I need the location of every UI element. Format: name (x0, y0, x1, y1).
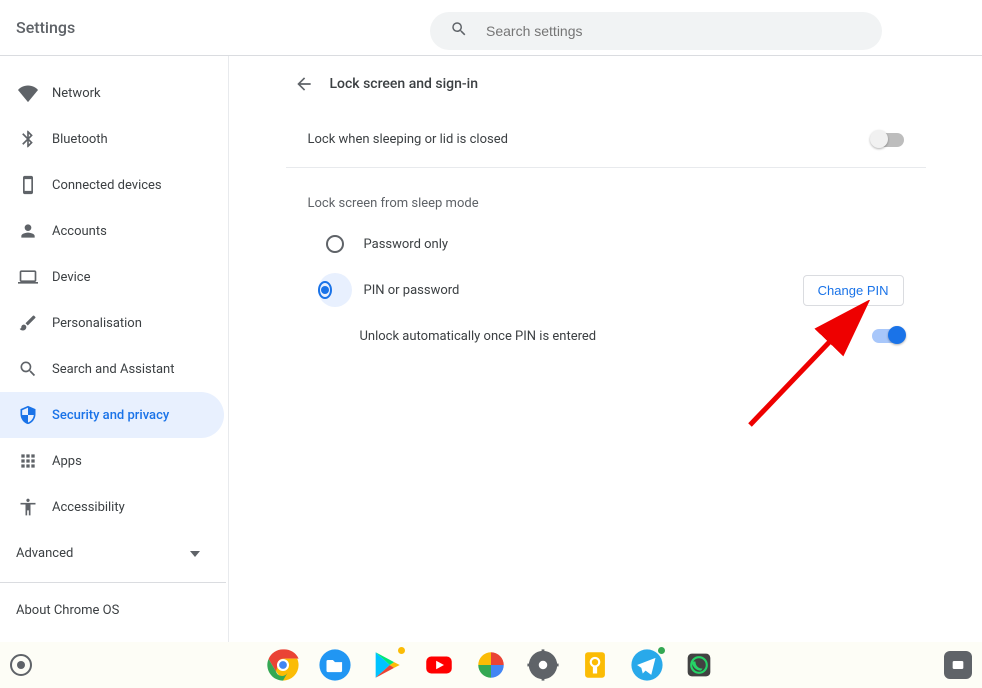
app-title: Settings (16, 18, 75, 37)
search-box[interactable] (430, 12, 882, 50)
sidebar-label: Apps (52, 454, 82, 469)
sidebar-label: Accounts (52, 224, 107, 239)
row-lock-sleeping: Lock when sleeping or lid is closed (286, 112, 926, 168)
sidebar-item-connected-devices[interactable]: Connected devices (0, 162, 224, 208)
search-icon (450, 20, 468, 42)
sidebar-item-network[interactable]: Network (0, 70, 224, 116)
sidebar-label: Network (52, 86, 101, 101)
sidebar-label: Device (52, 270, 91, 285)
divider (0, 582, 226, 583)
advanced-label: Advanced (16, 546, 73, 561)
radio-row-pin[interactable]: PIN or password Change PIN (286, 267, 926, 313)
search-input[interactable] (468, 22, 862, 40)
tray-notifications-button[interactable] (944, 651, 972, 679)
shelf-app-chrome[interactable] (266, 648, 300, 682)
sidebar-advanced[interactable]: Advanced (0, 530, 228, 576)
page-title: Lock screen and sign-in (330, 76, 479, 92)
sidebar-label: Search and Assistant (52, 362, 175, 377)
laptop-icon (18, 267, 38, 287)
notification-icon (950, 657, 966, 673)
chevron-down-icon (190, 546, 200, 561)
radio-pin-label: PIN or password (364, 283, 460, 298)
sidebar-item-search-assistant[interactable]: Search and Assistant (0, 346, 224, 392)
wifi-icon (18, 83, 38, 103)
sidebar: Network Bluetooth Connected devices Acco… (0, 56, 228, 642)
apps-icon (18, 451, 38, 471)
section-label: Lock screen from sleep mode (286, 168, 926, 221)
sidebar-label: Connected devices (52, 178, 162, 193)
brush-icon (18, 313, 38, 333)
arrow-left-icon (294, 74, 314, 94)
back-button[interactable] (286, 66, 322, 102)
radio-row-password[interactable]: Password only (286, 221, 926, 267)
sidebar-label: Personalisation (52, 316, 142, 331)
sidebar-item-personalisation[interactable]: Personalisation (0, 300, 224, 346)
shelf-app-youtube[interactable] (422, 648, 456, 682)
shelf-app-settings[interactable] (526, 648, 560, 682)
sidebar-item-apps[interactable]: Apps (0, 438, 224, 484)
sidebar-item-accessibility[interactable]: Accessibility (0, 484, 224, 530)
shelf-app-telegram[interactable] (630, 648, 664, 682)
row-auto-unlock: Unlock automatically once PIN is entered (286, 313, 926, 359)
launcher-button[interactable] (10, 654, 32, 676)
sidebar-label: Security and privacy (52, 408, 169, 423)
shelf-app-files[interactable] (318, 648, 352, 682)
sidebar-item-accounts[interactable]: Accounts (0, 208, 224, 254)
shelf (0, 642, 982, 688)
main-panel: Lock screen and sign-in Lock when sleepi… (286, 56, 926, 642)
shelf-apps (266, 648, 716, 682)
sidebar-label: Accessibility (52, 500, 125, 515)
phone-icon (18, 175, 38, 195)
radio-password-label: Password only (364, 237, 449, 252)
radio-password[interactable] (326, 235, 344, 253)
accessibility-icon (18, 497, 38, 517)
shelf-app-photos[interactable] (474, 648, 508, 682)
person-icon (18, 221, 38, 241)
shield-icon (18, 405, 38, 425)
sidebar-item-bluetooth[interactable]: Bluetooth (0, 116, 224, 162)
shelf-app-keep[interactable] (578, 648, 612, 682)
bluetooth-icon (18, 129, 38, 149)
radio-pin[interactable] (318, 281, 332, 299)
badge-icon (658, 647, 665, 654)
sidebar-item-security-privacy[interactable]: Security and privacy (0, 392, 224, 438)
lock-sleep-toggle[interactable] (872, 133, 904, 147)
shelf-app-whatsapp[interactable] (682, 648, 716, 682)
auto-unlock-label: Unlock automatically once PIN is entered (360, 329, 597, 344)
auto-unlock-toggle[interactable] (872, 329, 904, 343)
badge-icon (398, 647, 405, 654)
search-icon (18, 359, 38, 379)
shelf-app-play-store[interactable] (370, 648, 404, 682)
sidebar-item-device[interactable]: Device (0, 254, 224, 300)
sidebar-label: Bluetooth (52, 132, 108, 147)
sidebar-about[interactable]: About Chrome OS (0, 589, 228, 632)
change-pin-button[interactable]: Change PIN (803, 275, 904, 306)
lock-sleep-label: Lock when sleeping or lid is closed (308, 132, 508, 147)
